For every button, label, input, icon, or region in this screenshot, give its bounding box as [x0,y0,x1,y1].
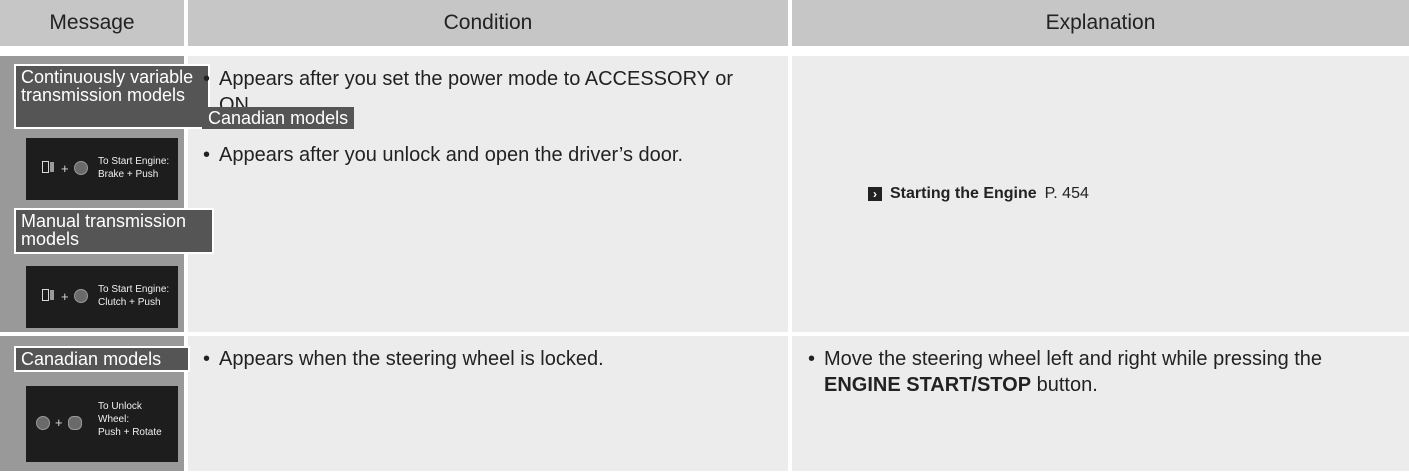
header-explanation: Explanation [792,0,1409,46]
brake-push-icon-group: + [38,160,88,176]
xref-page: P. 454 [1044,185,1089,202]
start-button-icon [73,289,88,303]
cvt-models-label: Continuously variable transmission model… [14,64,210,129]
plus-icon: + [55,415,63,430]
arrow-right-icon: › [868,187,882,201]
start-engine-clutch-display: + To Start Engine: Clutch + Push [26,266,178,328]
engine-start-stop-text: ENGINE START/STOP [824,374,1032,396]
start-engine-brake-display: + To Start Engine: Brake + Push [26,138,178,200]
plus-icon: + [61,288,69,304]
display-text: To Start Engine: Brake + Push [98,156,170,180]
header-message: Message [0,0,184,46]
message-table: Message Condition Explanation Continuous… [0,0,1409,475]
header-condition: Condition [188,0,788,46]
starting-engine-link[interactable]: › Starting the Engine P. 454 [868,185,1089,203]
condition-item: • Appears when the steering wheel is loc… [203,348,604,370]
xref-title: Starting the Engine [890,185,1037,202]
steering-wheel-icon [67,415,82,430]
plus-icon: + [61,160,69,176]
bullet-icon: • [203,144,211,166]
clutch-pedal-icon [38,288,56,304]
condition-item: • Appears after you unlock and open the … [203,144,684,166]
bullet-icon: • [203,348,211,370]
bullet-icon: • [203,68,211,90]
brake-pedal-icon [38,160,56,176]
clutch-push-icon-group: + [38,288,88,304]
bullet-icon: • [808,348,816,370]
display-text: To Start Engine: Clutch + Push [98,284,170,308]
canadian-models-label: Canadian models [14,346,190,372]
display-text: To Unlock Wheel: Push + Rotate [98,401,162,438]
unlock-wheel-display: + To Unlock Wheel: Push + Rotate [26,386,178,462]
start-button-icon [36,415,50,430]
canadian-models-tag: Canadian models [202,107,355,129]
start-button-icon [73,161,88,175]
push-rotate-icon-group: + [36,415,82,430]
manual-models-label: Manual transmission models [14,208,214,254]
explanation-item: • Move the steering wheel left and right… [808,348,1323,396]
